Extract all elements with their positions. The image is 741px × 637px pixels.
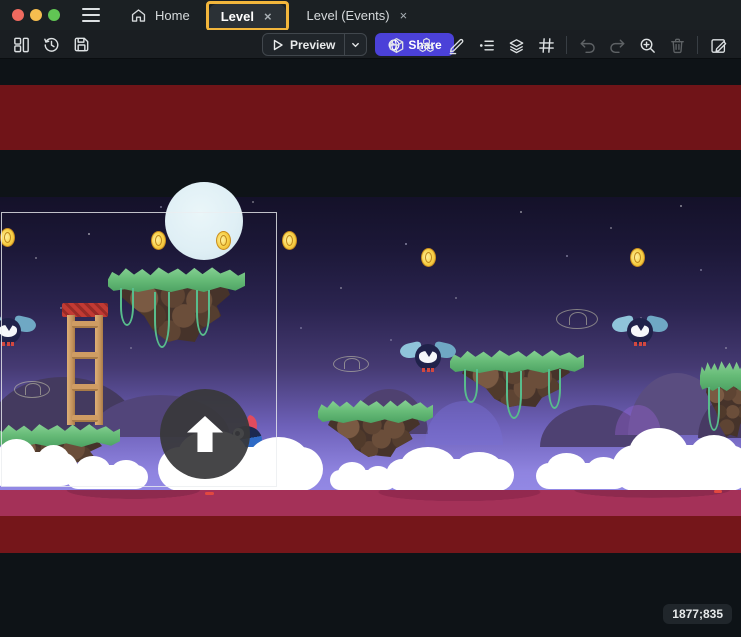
cursor-coordinates-badge: 1877;835 <box>663 604 732 624</box>
night-sky-background <box>0 197 741 490</box>
island-grass <box>700 357 741 391</box>
coin-object[interactable] <box>282 231 297 250</box>
save-button[interactable] <box>69 32 93 56</box>
instances-list-button[interactable] <box>474 33 498 57</box>
tab-home-label: Home <box>155 8 190 23</box>
history-clock-icon <box>42 35 61 54</box>
tab-level-close-icon[interactable]: × <box>262 8 274 25</box>
instances-list-icon <box>477 36 496 55</box>
sketch-outline-object[interactable] <box>333 356 369 372</box>
object-groups-button[interactable] <box>414 33 438 57</box>
lava-spark <box>205 492 214 495</box>
save-icon <box>72 35 91 54</box>
preview-split-button: Preview <box>262 33 367 56</box>
app-window: Home Level × Level (Events) × <box>0 0 741 637</box>
tab-level-events-close-icon[interactable]: × <box>398 7 410 24</box>
toolbar-divider <box>697 36 698 54</box>
grid-icon <box>537 36 556 55</box>
lava-spark <box>714 490 722 493</box>
island-grass <box>318 397 433 423</box>
jump-button-object[interactable] <box>160 389 250 479</box>
island-rocks <box>328 417 420 457</box>
toggle-panels-icon <box>12 35 31 54</box>
toolbar: Preview Share <box>0 30 741 59</box>
coin-object[interactable] <box>421 248 436 267</box>
zoom-in-icon <box>638 36 657 55</box>
undo-button[interactable] <box>575 33 599 57</box>
lava-band-top[interactable] <box>0 85 741 150</box>
vine <box>464 369 478 403</box>
trash-icon <box>668 36 687 55</box>
tab-level-label: Level <box>221 9 254 24</box>
tutorial-highlight-box: Level × <box>206 1 289 31</box>
close-window-button[interactable] <box>12 9 24 21</box>
pencil-icon <box>447 36 466 55</box>
redo-icon <box>608 36 627 55</box>
traffic-lights <box>0 9 66 21</box>
tab-level-events-label: Level (Events) <box>307 8 390 23</box>
delete-button[interactable] <box>665 33 689 57</box>
preview-dropdown-button[interactable] <box>344 34 366 55</box>
history-button[interactable] <box>39 32 63 56</box>
edit-button[interactable] <box>444 33 468 57</box>
stars <box>0 197 2 199</box>
sketch-outline-object[interactable] <box>556 309 598 329</box>
chevron-down-icon <box>351 40 360 50</box>
toggle-panels-button[interactable] <box>9 32 33 56</box>
cube-icon <box>387 36 406 55</box>
mushroom <box>607 396 621 410</box>
vine <box>708 387 720 431</box>
lava-band-bottom[interactable] <box>0 516 741 553</box>
cloud <box>386 459 514 491</box>
toolbar-right-group <box>381 33 733 57</box>
bat-body <box>627 318 653 344</box>
play-icon <box>272 39 284 51</box>
home-icon <box>130 7 147 24</box>
undo-icon <box>578 36 597 55</box>
arrow-up-icon <box>187 416 223 452</box>
tab-level[interactable]: Level × <box>209 4 286 28</box>
titlebar: Home Level × Level (Events) × <box>0 0 741 30</box>
coin-object[interactable] <box>630 248 645 267</box>
scene-editor-canvas[interactable]: 1877;835 <box>0 59 741 637</box>
redo-button[interactable] <box>605 33 629 57</box>
vine <box>506 371 522 419</box>
tab-level-events[interactable]: Level (Events) × <box>295 1 422 29</box>
scene-properties-button[interactable] <box>706 33 730 57</box>
objects-button[interactable] <box>384 33 408 57</box>
floating-island[interactable] <box>450 347 584 427</box>
layers-icon <box>507 36 526 55</box>
object-groups-icon <box>417 36 436 55</box>
edit-note-icon <box>709 36 728 55</box>
minimize-window-button[interactable] <box>30 9 42 21</box>
tab-home[interactable]: Home <box>118 1 202 29</box>
hamburger-menu-icon[interactable] <box>80 3 104 27</box>
toolbar-left-group <box>6 32 96 56</box>
grid-button[interactable] <box>534 33 558 57</box>
lava-strip-top[interactable] <box>0 490 741 516</box>
bat-enemy-object[interactable] <box>400 340 456 376</box>
maximize-window-button[interactable] <box>48 9 60 21</box>
bat-enemy-object[interactable] <box>612 314 668 350</box>
bat-body <box>415 344 441 370</box>
cloud <box>612 445 741 491</box>
zoom-button[interactable] <box>635 33 659 57</box>
preview-button[interactable]: Preview <box>263 38 344 52</box>
layers-button[interactable] <box>504 33 528 57</box>
toolbar-divider <box>566 36 567 54</box>
preview-label: Preview <box>290 38 335 52</box>
vine <box>548 369 561 409</box>
